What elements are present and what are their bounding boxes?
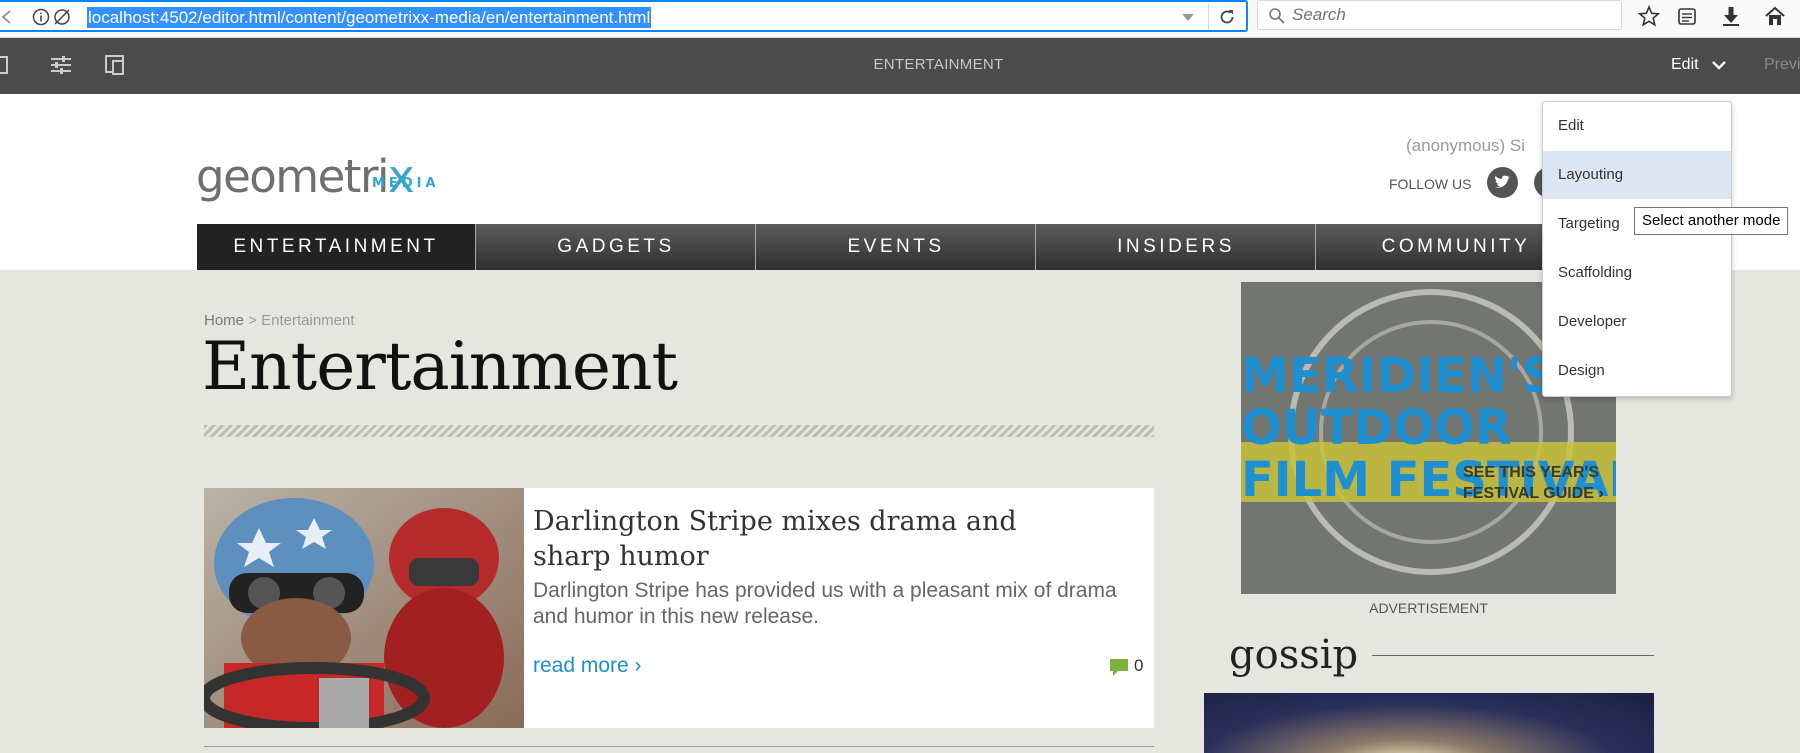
- chevron-down-icon[interactable]: [1710, 56, 1728, 74]
- mode-dropdown-menu: Edit Layouting Targeting Scaffolding Dev…: [1542, 101, 1732, 397]
- title-divider: [204, 425, 1154, 437]
- nav-item-gadgets[interactable]: GADGETS: [477, 224, 756, 270]
- site-header: geometrix MEDIA (anonymous) Si FOLLOW US…: [0, 94, 1800, 270]
- logo-text: geometri: [196, 150, 389, 203]
- editor-toolbar: ENTERTAINMENT Edit Previe: [0, 38, 1800, 94]
- ad-cta-1: SEE THIS YEAR'S: [1463, 464, 1599, 481]
- url-separator: [1208, 4, 1209, 30]
- search-icon: [1269, 8, 1285, 24]
- reading-list-icon[interactable]: [1676, 5, 1698, 27]
- breadcrumb-home[interactable]: Home: [204, 312, 244, 329]
- follow-us-label: FOLLOW US: [1389, 176, 1472, 192]
- mode-item-layouting[interactable]: Layouting: [1543, 151, 1731, 199]
- advertisement-label: ADVERTISEMENT: [1369, 600, 1488, 616]
- star-icon[interactable]: [1638, 5, 1660, 27]
- nav-item-events[interactable]: EVENTS: [757, 224, 1036, 270]
- comment-count: 0: [1134, 656, 1144, 675]
- article-image[interactable]: [204, 488, 524, 728]
- read-more-link[interactable]: read more ›: [533, 654, 642, 678]
- ad-cta-2: FESTIVAL GUIDE ›: [1463, 485, 1604, 502]
- mode-item-design[interactable]: Design: [1543, 347, 1731, 395]
- editor-page-title: ENTERTAINMENT: [873, 56, 1004, 73]
- ad-line-2: OUTDOOR: [1241, 400, 1512, 456]
- twitter-icon[interactable]: [1487, 167, 1518, 198]
- content-divider: [204, 746, 1154, 747]
- mode-selector[interactable]: Edit: [1671, 56, 1699, 74]
- download-icon[interactable]: [1720, 5, 1742, 27]
- search-input[interactable]: Search: [1292, 5, 1346, 25]
- gossip-image[interactable]: [1204, 693, 1654, 753]
- url-dropdown-icon[interactable]: [1180, 10, 1196, 24]
- breadcrumb: Home > Entertainment: [204, 312, 355, 329]
- page-title: Entertainment: [202, 328, 678, 405]
- breadcrumb-current: Entertainment: [261, 312, 355, 329]
- breadcrumb-separator: >: [244, 312, 262, 329]
- article-card: Darlington Stripe mixes drama and sharp …: [204, 488, 1154, 728]
- article-title[interactable]: Darlington Stripe mixes drama and sharp …: [533, 504, 1093, 574]
- main-content: Home > Entertainment Entertainment Darli…: [0, 270, 1800, 753]
- article-description: Darlington Stripe has provided us with a…: [533, 579, 1117, 628]
- preview-button[interactable]: Previe: [1764, 56, 1800, 74]
- logo-media: MEDIA: [372, 176, 440, 191]
- tracking-protection-icon[interactable]: [52, 8, 72, 26]
- home-icon[interactable]: [1764, 5, 1786, 27]
- main-nav: ENTERTAINMENT GADGETS EVENTS INSIDERS CO…: [197, 224, 1597, 270]
- gossip-heading: gossip: [1229, 632, 1359, 678]
- mode-item-developer[interactable]: Developer: [1543, 298, 1731, 346]
- info-icon[interactable]: [32, 8, 50, 26]
- mode-tooltip: Select another mode: [1634, 207, 1789, 235]
- comment-icon[interactable]: [1108, 656, 1130, 678]
- browser-toolbar: localhost:4502/editor.html/content/geome…: [0, 0, 1800, 38]
- nav-item-insiders[interactable]: INSIDERS: [1037, 224, 1316, 270]
- user-status[interactable]: (anonymous) Si: [1406, 136, 1525, 156]
- reload-icon[interactable]: [1218, 8, 1236, 26]
- mode-item-edit[interactable]: Edit: [1543, 102, 1731, 150]
- gossip-divider: [1372, 655, 1654, 656]
- nav-item-entertainment[interactable]: ENTERTAINMENT: [197, 224, 476, 270]
- url-bar[interactable]: localhost:4502/editor.html/content/geome…: [0, 0, 1248, 32]
- ad-line-1: MERIDIEN'S: [1241, 348, 1556, 404]
- url-text[interactable]: localhost:4502/editor.html/content/geome…: [87, 7, 652, 28]
- mode-item-scaffolding[interactable]: Scaffolding: [1543, 249, 1731, 297]
- search-box[interactable]: Search: [1257, 0, 1622, 30]
- back-arrow-icon[interactable]: [0, 8, 14, 26]
